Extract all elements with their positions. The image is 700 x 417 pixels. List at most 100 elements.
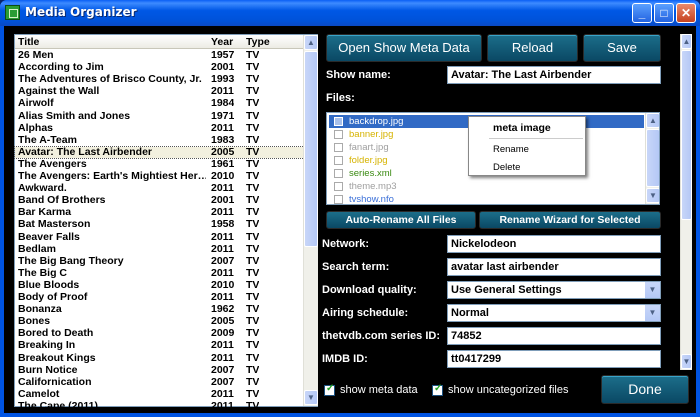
network-field[interactable]: Nickelodeon — [447, 235, 661, 253]
file-item[interactable]: theme.mp3 — [329, 180, 644, 193]
file-item[interactable]: tvshow.nfo — [329, 193, 644, 204]
file-checkbox[interactable] — [334, 143, 343, 152]
done-button[interactable]: Done — [601, 375, 689, 404]
table-row[interactable]: Bonanza 1962 TV — [15, 303, 304, 315]
imdb-id-field[interactable]: tt0417299 — [447, 350, 661, 368]
file-list-scrollbar[interactable]: ▲ ▼ — [645, 113, 659, 204]
title-bar[interactable]: Media Organizer _ □ ✕ — [0, 0, 700, 26]
file-checkbox[interactable] — [334, 182, 343, 191]
table-row[interactable]: Alias Smith and Jones 1971 TV — [15, 109, 304, 122]
row-type: TV — [246, 291, 260, 303]
row-title: 26 Men — [18, 49, 54, 61]
file-checkbox[interactable] — [334, 195, 343, 204]
files-scroll-down-arrow[interactable]: ▼ — [646, 188, 659, 203]
row-year: 2011 — [211, 242, 234, 255]
download-quality-select[interactable]: Use General Settings ▼ — [447, 281, 661, 299]
table-row[interactable]: Breakout Kings 2011 TV — [15, 351, 304, 364]
table-row[interactable]: Bedlam 2011 TV — [15, 242, 304, 255]
row-title: Breakout Kings — [18, 351, 96, 364]
table-row[interactable]: The A-Team 1983 TV — [15, 134, 304, 146]
scroll-up-arrow[interactable]: ▲ — [304, 35, 318, 50]
show-list[interactable]: Title Year Type 26 Men 1957 TV According to… — [14, 34, 318, 412]
table-row[interactable]: Burn Notice 2007 TV — [15, 363, 304, 376]
network-label: Network: — [322, 238, 370, 250]
list-scrollbar[interactable]: ▲ ▼ — [303, 35, 318, 406]
row-type: TV — [246, 242, 260, 255]
table-row[interactable]: 26 Men 1957 TV — [15, 49, 304, 61]
table-row[interactable]: Bored to Death 2009 TV — [15, 327, 304, 340]
table-row[interactable]: Avatar: The Last Airbender 2005 TV — [14, 145, 305, 159]
file-checkbox[interactable] — [334, 156, 343, 165]
show-uncategorized-checkbox[interactable] — [432, 383, 443, 396]
row-type: TV — [246, 61, 260, 74]
column-year[interactable]: Year — [211, 36, 233, 48]
table-row[interactable]: Band Of Brothers 2001 TV — [15, 194, 304, 207]
file-checkbox[interactable] — [334, 130, 343, 139]
chevron-down-icon[interactable]: ▼ — [645, 282, 660, 298]
tvdb-id-field[interactable]: 74852 — [447, 327, 661, 345]
files-scroll-up-arrow[interactable]: ▲ — [646, 113, 659, 128]
row-year: 2001 — [211, 194, 235, 207]
menu-item-meta-image[interactable]: meta image — [493, 122, 551, 134]
rename-wizard-button[interactable]: Rename Wizard for Selected — [479, 211, 661, 229]
row-type: TV — [246, 375, 260, 388]
table-row[interactable]: Bat Masterson 1958 TV — [15, 218, 304, 230]
panel-scroll-down-arrow[interactable]: ▼ — [681, 354, 692, 369]
row-year: 2011 — [211, 351, 234, 364]
table-row[interactable]: Awkward. 2011 TV — [15, 182, 304, 194]
table-row[interactable]: Californication 2007 TV — [15, 375, 304, 388]
table-row[interactable]: Airwolf 1984 TV — [15, 97, 304, 109]
table-row[interactable]: Bones 2005 TV — [15, 315, 304, 328]
row-type: TV — [246, 170, 260, 182]
menu-item-rename[interactable]: Rename — [493, 144, 529, 155]
row-year: 2010 — [211, 278, 235, 291]
table-row[interactable]: The Avengers: Earth's Mightiest Her… 2010… — [15, 170, 304, 182]
table-row[interactable]: Body of Proof 2011 TV — [15, 291, 304, 303]
table-row[interactable]: The Adventures of Brisco County, Jr. 1993… — [15, 73, 304, 85]
auto-rename-button[interactable]: Auto-Rename All Files — [326, 211, 476, 229]
minimize-button[interactable]: _ — [632, 3, 652, 23]
table-row[interactable]: Blue Bloods 2010 TV — [15, 278, 304, 291]
table-row[interactable]: Against the Wall 2011 TV — [15, 85, 304, 97]
show-name-field[interactable]: Avatar: The Last Airbender — [447, 66, 661, 84]
show-uncategorized-label: show uncategorized files — [448, 384, 569, 396]
row-type: TV — [246, 363, 260, 376]
column-title[interactable]: Title — [18, 36, 206, 48]
maximize-button[interactable]: □ — [654, 3, 674, 23]
table-row[interactable]: Camelot 2011 TV — [15, 387, 304, 400]
scroll-thumb[interactable] — [304, 51, 318, 247]
table-row[interactable]: Beaver Falls 2011 TV — [15, 231, 304, 243]
column-type[interactable]: Type — [246, 36, 270, 48]
close-button[interactable]: ✕ — [676, 3, 696, 23]
scroll-down-arrow[interactable]: ▼ — [304, 390, 318, 405]
table-row[interactable]: The Big Bang Theory 2007 TV — [15, 255, 304, 267]
reload-button[interactable]: Reload — [487, 34, 578, 62]
row-type: TV — [246, 206, 260, 219]
table-row[interactable]: Breaking In 2011 TV — [15, 339, 304, 352]
row-year: 2005 — [211, 145, 235, 158]
panel-scroll-up-arrow[interactable]: ▲ — [681, 34, 692, 49]
search-term-field[interactable]: avatar last airbender — [447, 258, 661, 276]
row-type: TV — [246, 339, 260, 352]
table-row[interactable]: According to Jim 2001 TV — [15, 61, 304, 74]
table-row[interactable]: The Cape (2011) 2011 TV — [15, 400, 304, 412]
panel-scrollbar[interactable]: ▲ ▼ — [680, 34, 692, 370]
row-year: 2009 — [211, 327, 235, 340]
row-type: TV — [246, 109, 260, 122]
file-checkbox[interactable] — [334, 117, 343, 126]
table-row[interactable]: Bar Karma 2011 TV — [15, 206, 304, 219]
show-meta-checkbox[interactable] — [324, 383, 335, 396]
menu-item-delete[interactable]: Delete — [493, 162, 520, 173]
open-meta-button[interactable]: Open Show Meta Data — [326, 34, 482, 62]
file-checkbox[interactable] — [334, 169, 343, 178]
row-year: 2005 — [211, 315, 235, 328]
save-button[interactable]: Save — [583, 34, 661, 62]
table-row[interactable]: The Avengers 1961 TV — [15, 158, 304, 170]
chevron-down-icon[interactable]: ▼ — [645, 305, 660, 321]
table-row[interactable]: The Big C 2011 TV — [15, 267, 304, 279]
files-scroll-thumb[interactable] — [646, 129, 659, 187]
panel-scroll-thumb[interactable] — [681, 50, 692, 220]
table-row[interactable]: Alphas 2011 TV — [15, 122, 304, 134]
row-year: 2011 — [211, 387, 234, 400]
airing-schedule-select[interactable]: Normal ▼ — [447, 304, 661, 322]
